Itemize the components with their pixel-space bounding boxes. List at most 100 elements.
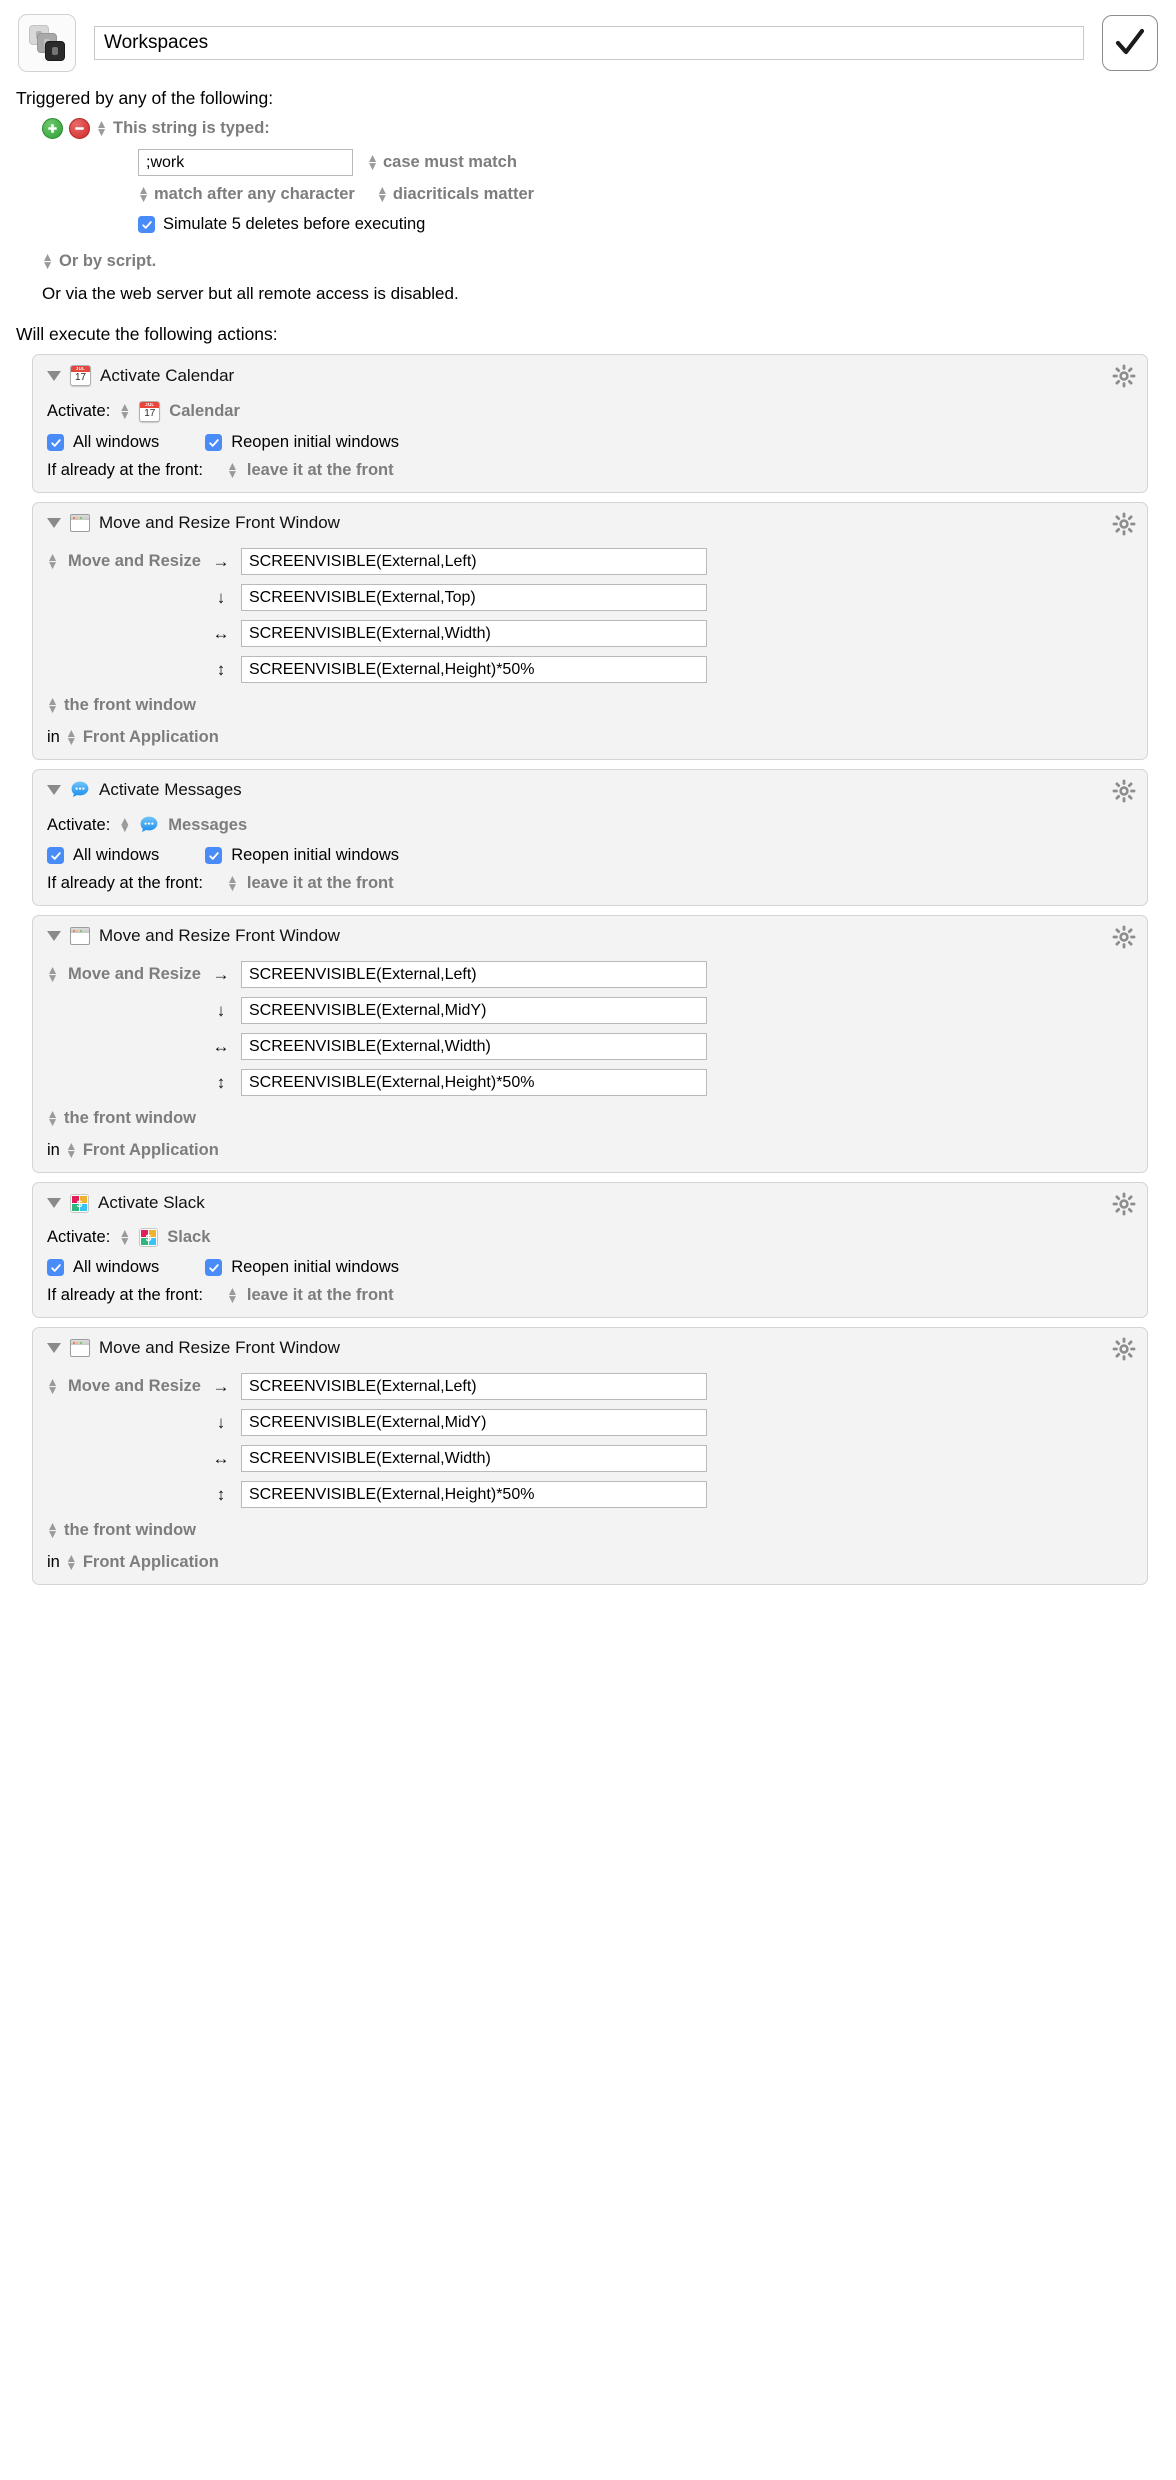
calendar-icon: JUL 17 <box>70 365 91 386</box>
diacriticals-option[interactable]: ▲ ▼ diacriticals matter <box>376 184 535 204</box>
already-front-stepper[interactable]: ▲ ▼ <box>226 1285 238 1305</box>
target-app-stepper[interactable]: ▲ ▼ <box>65 1140 77 1160</box>
move-resize-value-input[interactable] <box>241 1445 707 1472</box>
move-resize-mode-stepper[interactable]: ▲ ▼ <box>47 551 59 571</box>
diacriticals-option-label: diacriticals matter <box>392 185 535 203</box>
already-front-value: leave it at the front <box>246 874 394 892</box>
move-resize-field-row: ▲ ▼ Move and Resize → <box>47 539 1133 575</box>
macro-icon-well[interactable] <box>18 14 76 72</box>
trigger-type-label: This string is typed: <box>113 119 270 137</box>
activate-app-stepper[interactable]: ▲ ▼ <box>119 401 131 421</box>
move-resize-mode-stepper[interactable]: ▲ ▼ <box>47 1376 59 1396</box>
gear-icon[interactable] <box>1112 1192 1136 1216</box>
disclosure-triangle-icon[interactable] <box>47 1343 61 1353</box>
all-windows-checkbox[interactable] <box>47 847 64 864</box>
gear-icon[interactable] <box>1112 364 1136 388</box>
activate-label: Activate: <box>47 402 111 420</box>
confirm-button[interactable] <box>1102 15 1158 71</box>
target-app-value: Front Application <box>82 1141 219 1159</box>
reopen-initial-windows-checkbox[interactable] <box>205 434 223 451</box>
action-header[interactable]: Move and Resize Front Window <box>33 503 1147 539</box>
messages-icon <box>70 780 90 800</box>
target-window-label: the front window <box>64 696 196 714</box>
action-title: Move and Resize Front Window <box>99 926 340 945</box>
action-header[interactable]: JUL 17 Activate Calendar <box>33 355 1147 392</box>
gear-icon[interactable] <box>1112 925 1136 949</box>
all-windows-checkbox[interactable] <box>47 434 64 451</box>
move-resize-value-input[interactable] <box>240 548 707 575</box>
target-app-stepper[interactable]: ▲ ▼ <box>65 1552 77 1572</box>
action-card[interactable]: JUL 17 Activate Calendar Activate: ▲ ▼ JUL 17 Ca… <box>32 354 1148 493</box>
target-window-stepper[interactable]: ▲ ▼ <box>47 1108 59 1128</box>
action-header[interactable]: S Activate Slack <box>33 1183 1147 1219</box>
match-option[interactable]: ▲ ▼ match after any character <box>138 184 355 204</box>
case-option[interactable]: ▲ ▼ case must match <box>367 152 517 172</box>
disclosure-triangle-icon[interactable] <box>47 785 61 795</box>
move-resize-value-input[interactable] <box>241 997 707 1024</box>
move-resize-value-input[interactable] <box>241 656 707 683</box>
all-windows-checkbox[interactable] <box>47 1259 64 1276</box>
activate-label: Activate: <box>47 815 111 834</box>
check-icon <box>209 438 219 447</box>
already-front-stepper[interactable]: ▲ ▼ <box>226 873 238 893</box>
disclosure-triangle-icon[interactable] <box>47 931 61 941</box>
trigger-type-stepper[interactable]: ▲ ▼ <box>96 118 108 138</box>
activate-app-name: Calendar <box>169 402 240 420</box>
gear-icon[interactable] <box>1112 1337 1136 1361</box>
window-options-row: All windows Reopen initial windows <box>47 422 1133 452</box>
window-icon <box>70 1339 90 1357</box>
move-resize-field-row: ▲ ▼ Move and Resize → <box>47 952 1133 988</box>
action-header[interactable]: Activate Messages <box>33 770 1147 806</box>
move-resize-value-input[interactable] <box>240 961 707 988</box>
action-card[interactable]: Move and Resize Front Window ▲ ▼ Move and R… <box>32 502 1148 760</box>
trigger-type-row: ▲ ▼ This string is typed: <box>16 109 1176 139</box>
move-resize-value-input[interactable] <box>241 1069 707 1096</box>
disclosure-triangle-icon[interactable] <box>47 518 61 528</box>
reopen-initial-windows-checkbox[interactable] <box>205 847 223 864</box>
action-card[interactable]: Move and Resize Front Window ▲ ▼ Move and R… <box>32 915 1148 1173</box>
move-resize-value-input[interactable] <box>241 1409 707 1436</box>
diacriticals-option-stepper[interactable]: ▲ ▼ <box>376 184 388 204</box>
move-resize-value-input[interactable] <box>240 1373 707 1400</box>
add-trigger-button[interactable] <box>42 118 63 139</box>
move-resize-arrow-icon: ↔ <box>212 1036 230 1056</box>
remove-trigger-button[interactable] <box>69 118 90 139</box>
target-app-stepper[interactable]: ▲ ▼ <box>65 727 77 747</box>
activate-app-stepper[interactable]: ▲ ▼ <box>119 1227 131 1247</box>
web-server-note: Or via the web server but all remote acc… <box>42 284 459 303</box>
typed-string-input[interactable] <box>138 149 353 176</box>
target-window-stepper[interactable]: ▲ ▼ <box>47 695 59 715</box>
action-header[interactable]: Move and Resize Front Window <box>33 1328 1147 1364</box>
disclosure-triangle-icon[interactable] <box>47 370 61 381</box>
move-resize-arrow-icon: ↓ <box>216 1412 226 1432</box>
move-resize-value-input[interactable] <box>241 620 707 647</box>
move-resize-mode-stepper[interactable]: ▲ ▼ <box>47 964 59 984</box>
in-label: in <box>47 1553 60 1571</box>
action-body: Activate: ▲ ▼ S Slack All windows Reopen initi… <box>33 1219 1147 1317</box>
action-card[interactable]: Activate Messages Activate: ▲ ▼ Messages All … <box>32 769 1148 906</box>
action-card[interactable]: S Activate Slack Activate: ▲ ▼ S Slack All wind… <box>32 1182 1148 1318</box>
move-resize-field-row: ↓ <box>47 575 1133 611</box>
already-front-stepper[interactable]: ▲ ▼ <box>226 460 238 480</box>
disclosure-triangle-icon[interactable] <box>47 1198 61 1208</box>
target-window-stepper[interactable]: ▲ ▼ <box>47 1520 59 1540</box>
gear-icon[interactable] <box>1112 779 1136 803</box>
case-option-stepper[interactable]: ▲ ▼ <box>367 152 379 172</box>
script-trigger-stepper[interactable]: ▲ ▼ <box>42 251 54 271</box>
macro-name-input[interactable] <box>94 26 1084 60</box>
action-card[interactable]: Move and Resize Front Window ▲ ▼ Move and R… <box>32 1327 1148 1585</box>
gear-icon[interactable] <box>1112 512 1136 536</box>
activate-app-stepper[interactable]: ▲ ▼ <box>119 814 131 834</box>
reopen-initial-windows-checkbox[interactable] <box>205 1259 223 1276</box>
action-header[interactable]: Move and Resize Front Window <box>33 916 1147 952</box>
target-window-row: ▲ ▼ the front window <box>47 1096 1133 1128</box>
move-resize-value-input[interactable] <box>241 1481 707 1508</box>
window-options-row: All windows Reopen initial windows <box>47 835 1133 865</box>
calendar-icon: JUL 17 <box>139 401 161 422</box>
simulate-deletes-checkbox[interactable] <box>138 216 155 233</box>
move-resize-value-input[interactable] <box>241 584 707 611</box>
activate-app-name: Messages <box>168 815 248 834</box>
match-option-stepper[interactable]: ▲ ▼ <box>138 184 150 204</box>
window-icon <box>70 514 90 532</box>
move-resize-value-input[interactable] <box>241 1033 707 1060</box>
